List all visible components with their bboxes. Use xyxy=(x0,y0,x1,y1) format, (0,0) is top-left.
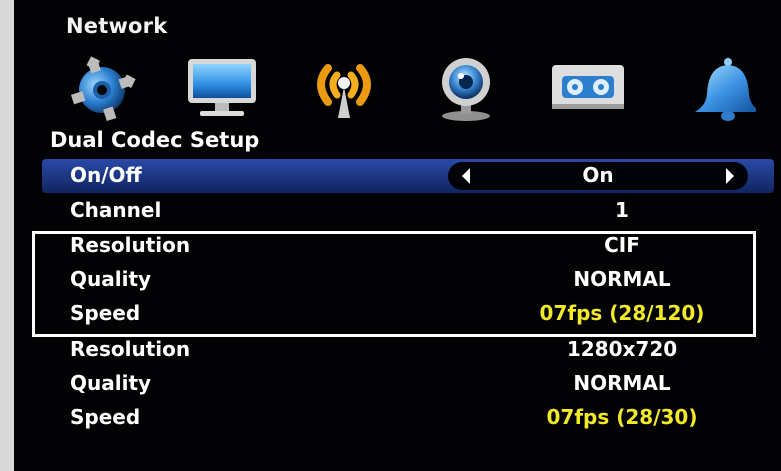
network-signal-icon[interactable] xyxy=(298,52,390,124)
monitor-icon[interactable] xyxy=(176,52,268,124)
quality-value-secondary[interactable]: NORMAL xyxy=(472,371,772,395)
bell-icon[interactable] xyxy=(664,52,756,124)
right-arrow-icon[interactable] xyxy=(726,168,734,184)
quality-row-secondary[interactable]: Quality NORMAL xyxy=(42,367,774,401)
resolution-label-secondary: Resolution xyxy=(70,337,191,361)
channel-value[interactable]: 1 xyxy=(472,198,772,222)
speed-label-secondary: Speed xyxy=(70,405,141,429)
menu-icon-bar xyxy=(54,52,781,124)
on-off-row[interactable]: On/Off On xyxy=(42,159,774,193)
menu-title: Network xyxy=(66,14,168,38)
gear-icon[interactable] xyxy=(54,52,146,124)
speed-value-secondary[interactable]: 07fps (28/30) xyxy=(472,405,772,429)
dual-codec-setup-title: Dual Codec Setup xyxy=(50,128,260,152)
channel-label: Channel xyxy=(70,198,162,222)
on-off-value: On xyxy=(582,163,614,187)
speed-row-secondary[interactable]: Speed 07fps (28/30) xyxy=(42,401,774,435)
resolution-row-secondary[interactable]: Resolution 1280x720 xyxy=(42,333,774,367)
channel-row[interactable]: Channel 1 xyxy=(42,194,774,228)
on-off-selector[interactable]: On xyxy=(448,162,748,190)
highlight-box xyxy=(32,231,756,337)
quality-label-secondary: Quality xyxy=(70,371,152,395)
resolution-value-secondary[interactable]: 1280x720 xyxy=(472,337,772,361)
webcam-icon[interactable] xyxy=(420,52,512,124)
dvr-menu-screen: Network Dual Codec Setup On/Off On Chann… xyxy=(14,0,781,471)
recorder-icon[interactable] xyxy=(542,52,634,124)
on-off-label: On/Off xyxy=(70,163,142,187)
